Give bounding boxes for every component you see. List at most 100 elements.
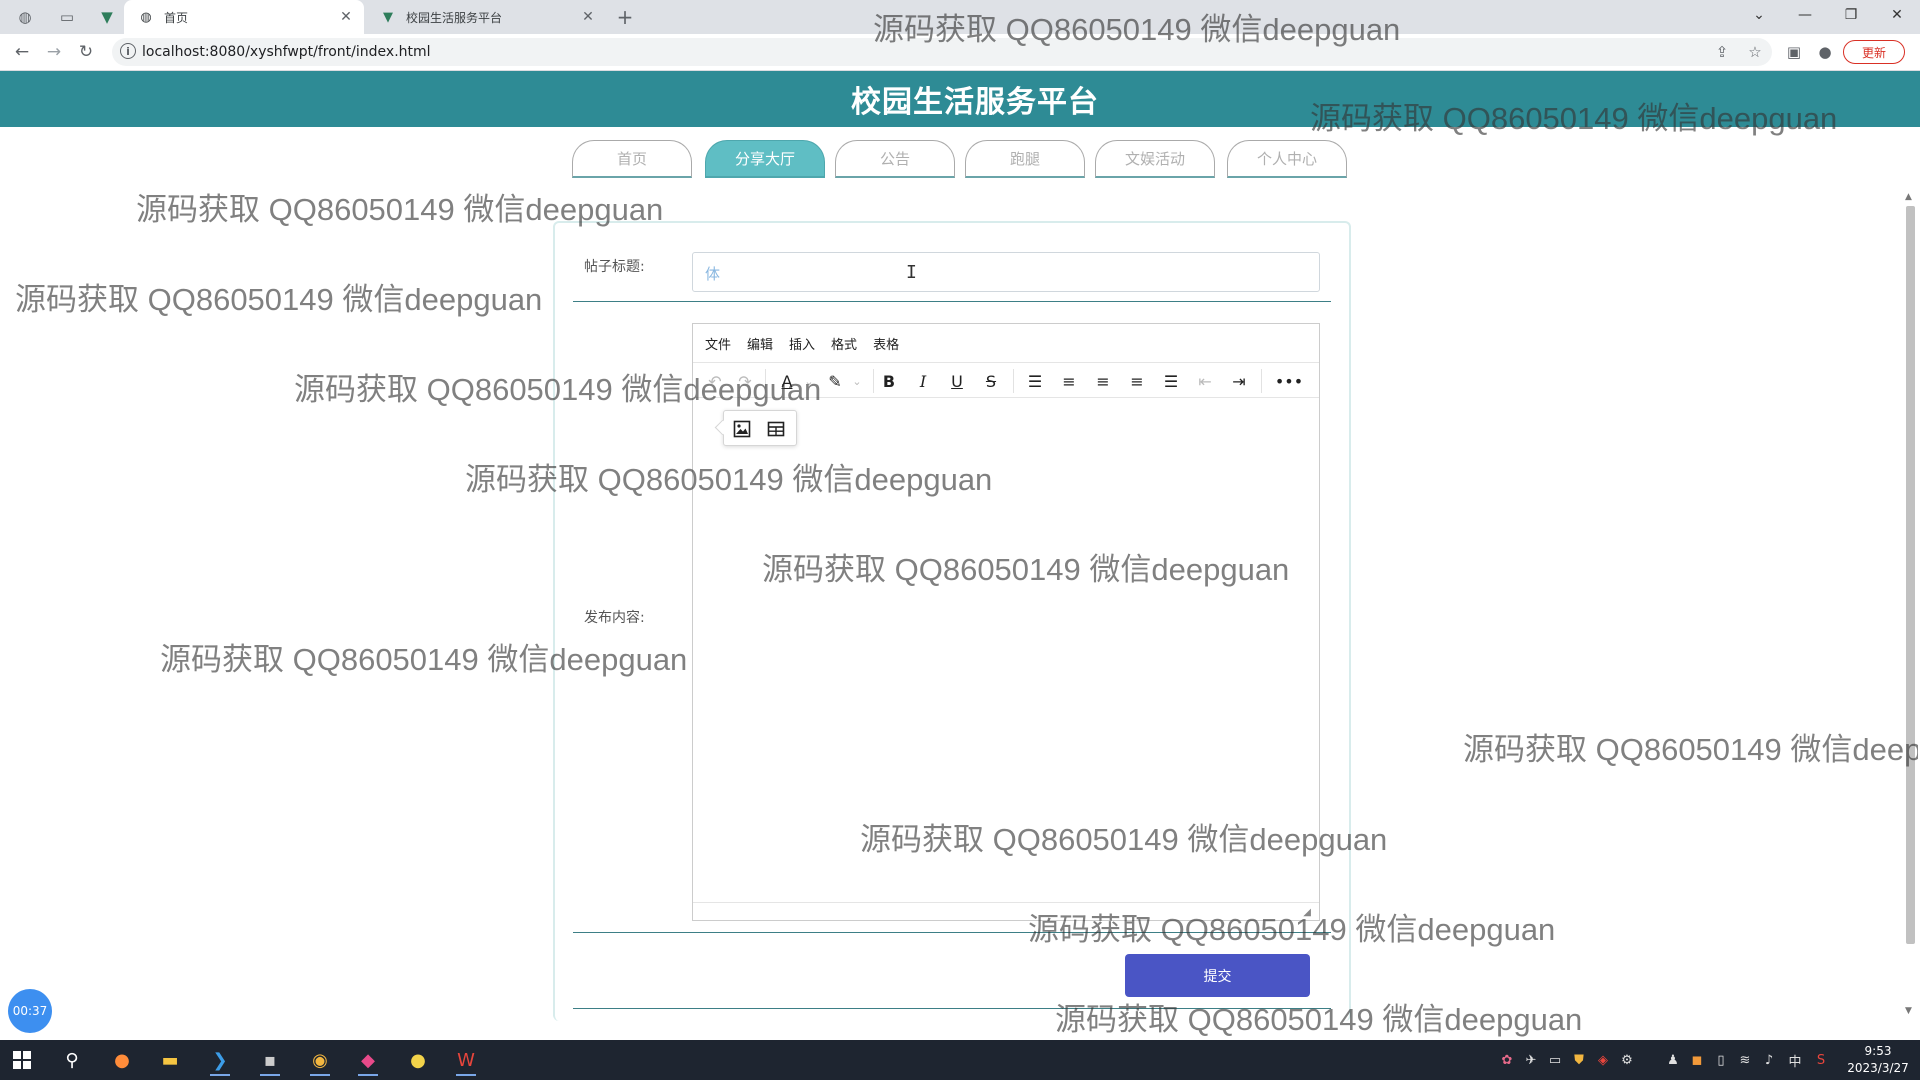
close-icon[interactable]: ✕ [578, 9, 598, 25]
align-left-icon[interactable]: ≡ [1057, 369, 1081, 393]
scroll-down-icon[interactable]: ▼ [1905, 1006, 1912, 1016]
outdent-icon[interactable]: ⇤ [1193, 369, 1217, 393]
update-button[interactable]: 更新 [1843, 40, 1905, 64]
forward-button[interactable]: → [42, 40, 66, 64]
menu-file[interactable]: 文件 [705, 334, 731, 353]
insert-image-icon[interactable] [730, 417, 754, 441]
app-yellow-icon[interactable]: ● [398, 1044, 438, 1076]
highlight-color-icon[interactable]: ✎ [823, 369, 847, 393]
menu-insert[interactable]: 插入 [789, 334, 815, 353]
text-color-icon[interactable]: A [775, 369, 799, 393]
file-explorer-icon[interactable]: ▬ [150, 1044, 190, 1076]
intellij-icon[interactable]: ◆ [348, 1044, 388, 1076]
tab-title: 首页 [164, 10, 189, 25]
browser-tabstrip: ◍ ▭ ▼ ◍ 首页 ✕ ▼ 校园生活服务平台 ✕ + ⌄ — ❐ ✕ [0, 0, 1920, 34]
nav-tab-personal-center[interactable]: 个人中心 [1227, 140, 1347, 178]
align-center-icon[interactable]: ≡ [1091, 369, 1115, 393]
terminal-icon[interactable]: ▪ [250, 1044, 290, 1076]
site-info-icon[interactable]: i [120, 43, 136, 59]
chrome-icon[interactable]: ◉ [300, 1044, 340, 1076]
side-panel-icon[interactable]: ▣ [1784, 42, 1804, 62]
line-height-icon[interactable]: ☰ [1023, 369, 1047, 393]
clock-date: 2023/3/27 [1847, 1061, 1909, 1075]
tab-home[interactable]: ◍ 首页 ✕ [124, 0, 364, 34]
site-title: 校园生活服务平台 [851, 85, 1099, 120]
vue-icon: ▼ [383, 9, 393, 25]
tray-folder-icon[interactable]: ▭ [1546, 1050, 1564, 1070]
scroll-up-icon[interactable]: ▲ [1905, 192, 1912, 202]
menu-format[interactable]: 格式 [831, 334, 857, 353]
tray-volume-icon[interactable]: ♪ [1760, 1050, 1778, 1070]
tray-wifi-icon[interactable]: ≋ [1736, 1050, 1754, 1070]
close-window-button[interactable]: ✕ [1874, 0, 1920, 30]
taskbar-clock[interactable]: 9:53 2023/3/27 [1840, 1043, 1916, 1077]
tab-search-chevron-icon[interactable]: ⌄ [1736, 0, 1782, 30]
clock-time: 9:53 [1864, 1044, 1892, 1058]
globe-icon: ◍ [140, 9, 152, 25]
tray-ime-indicator[interactable]: 中 [1786, 1050, 1804, 1070]
firefox-icon[interactable]: ● [102, 1044, 142, 1076]
tray-network-tool-icon[interactable]: ✈ [1522, 1050, 1540, 1070]
watermark: 源码获取 QQ86050149 微信deepguan [15, 282, 543, 317]
tray-shield-icon[interactable]: ⛊ [1570, 1050, 1588, 1070]
tray-qq-icon[interactable]: ♟ [1664, 1050, 1682, 1070]
pinned-tab-globe-icon[interactable]: ◍ [8, 0, 42, 34]
nav-tab-errand[interactable]: 跑腿 [965, 140, 1085, 178]
tray-gear-icon[interactable]: ⚙ [1618, 1050, 1636, 1070]
nav-tab-share-hall[interactable]: 分享大厅 [705, 140, 825, 178]
menu-table[interactable]: 表格 [873, 334, 899, 353]
redo-icon[interactable]: ↷ [733, 369, 757, 393]
submit-button[interactable]: 提交 [1125, 954, 1310, 997]
tray-app-icon[interactable]: ✿ [1498, 1050, 1516, 1070]
tray-sogou-icon[interactable]: S [1812, 1050, 1830, 1070]
underline-icon[interactable]: U [945, 369, 969, 393]
tray-app-orange-icon[interactable]: ◼ [1688, 1050, 1706, 1070]
menu-edit[interactable]: 编辑 [747, 334, 773, 353]
undo-icon[interactable]: ↶ [703, 369, 727, 393]
wps-icon[interactable]: W [446, 1044, 486, 1076]
nav-tab-home[interactable]: 首页 [572, 140, 692, 178]
profile-avatar-icon[interactable]: ● [1815, 42, 1835, 62]
pinned-tab-vue-icon[interactable]: ▼ [90, 0, 124, 34]
address-bar[interactable]: i localhost:8080/xyshfwpt/front/index.ht… [112, 38, 1772, 66]
strikethrough-icon[interactable]: S [979, 369, 1003, 393]
italic-icon[interactable]: I [911, 369, 935, 393]
align-right-icon[interactable]: ≡ [1125, 369, 1149, 393]
watermark: 源码获取 QQ86050149 微信deepguan [1463, 732, 1918, 767]
text-cursor-icon: I [906, 262, 917, 283]
post-title-input[interactable]: 体 [692, 252, 1320, 292]
start-windows-icon[interactable] [2, 1044, 42, 1076]
back-button[interactable]: ← [10, 40, 34, 64]
page-scrollbar[interactable]: ▲ ▼ [1903, 192, 1917, 1016]
tray-battery-icon[interactable]: ▯ [1712, 1050, 1730, 1070]
restore-button[interactable]: ❐ [1828, 0, 1874, 30]
nav-tab-activities[interactable]: 文娱活动 [1095, 140, 1215, 178]
search-icon[interactable]: ⚲ [52, 1044, 92, 1076]
new-tab-button[interactable]: + [612, 4, 638, 30]
content-label: 发布内容: [584, 610, 645, 626]
recording-timer-badge[interactable]: 00:37 [8, 989, 52, 1033]
close-icon[interactable]: ✕ [336, 9, 356, 25]
insert-table-icon[interactable] [764, 417, 788, 441]
chevron-down-icon[interactable]: ⌄ [797, 369, 821, 393]
content-divider [573, 932, 1331, 933]
minimize-button[interactable]: — [1782, 0, 1828, 30]
scrollbar-thumb[interactable] [1906, 206, 1915, 944]
address-text[interactable]: localhost:8080/xyshfwpt/front/index.html [142, 44, 431, 60]
bookmark-star-icon[interactable]: ☆ [1745, 42, 1765, 62]
chevron-down-icon[interactable]: ⌄ [845, 369, 869, 393]
tray-app-red-icon[interactable]: ◈ [1594, 1050, 1612, 1070]
share-icon[interactable]: ⇪ [1712, 42, 1732, 62]
site-header: 校园生活服务平台 [0, 71, 1920, 127]
more-icon[interactable]: ••• [1275, 369, 1303, 393]
bold-icon[interactable]: B [877, 369, 901, 393]
indent-icon[interactable]: ⇥ [1227, 369, 1251, 393]
reload-button[interactable]: ↻ [74, 40, 98, 64]
editor-menubar: 文件 编辑 插入 格式 表格 [693, 324, 1319, 362]
align-justify-icon[interactable]: ☰ [1159, 369, 1183, 393]
nav-tab-notice[interactable]: 公告 [835, 140, 955, 178]
pinned-tab-blank-icon[interactable]: ▭ [50, 0, 84, 34]
vscode-icon[interactable]: ❯ [200, 1044, 240, 1076]
resize-handle-icon[interactable]: ◢ [1303, 907, 1311, 918]
tab-platform[interactable]: ▼ 校园生活服务平台 ✕ [366, 0, 606, 34]
